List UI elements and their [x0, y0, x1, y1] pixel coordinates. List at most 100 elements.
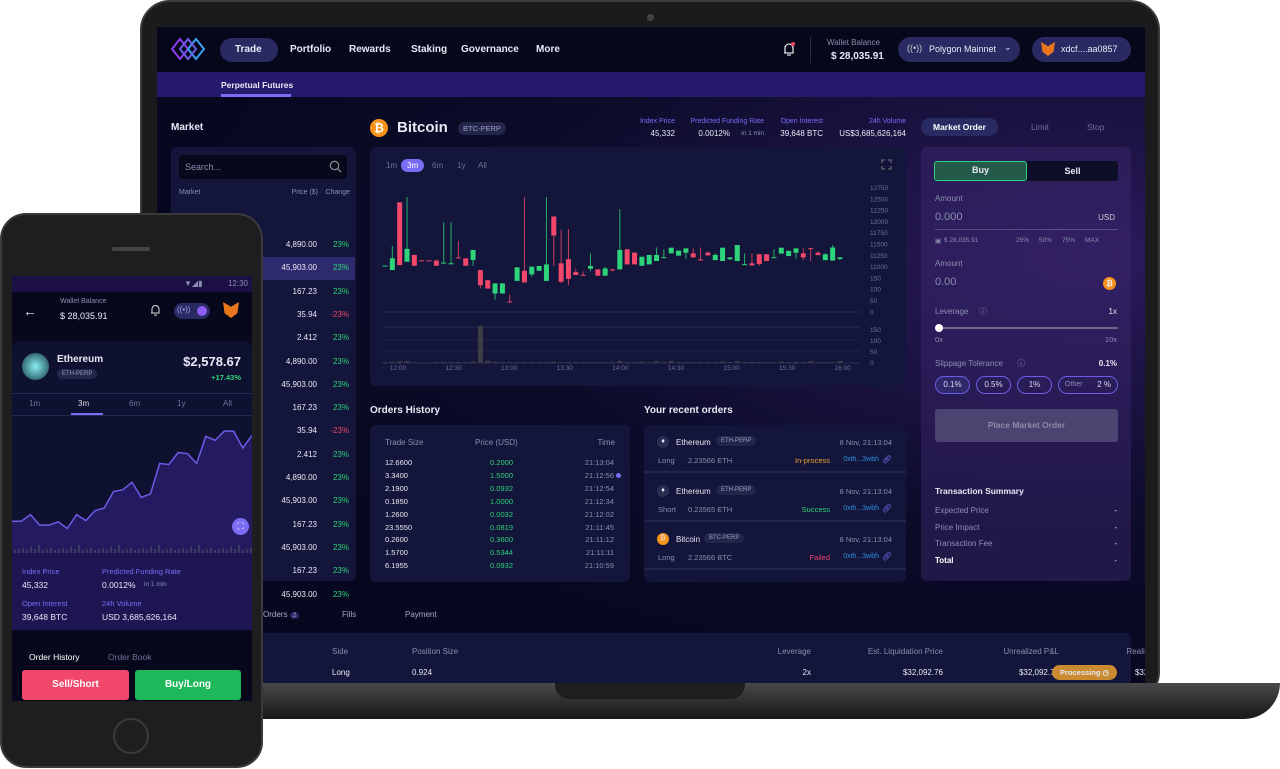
x-tick-label: 12:00: [390, 365, 407, 372]
quick-amount-button[interactable]: 25%: [1016, 237, 1029, 244]
market-title: Market: [171, 122, 204, 133]
tx-link[interactable]: 0xth...3wbh: [843, 456, 879, 463]
col-header: Side: [332, 647, 349, 656]
nav-rewards[interactable]: Rewards: [349, 44, 391, 55]
place-order-button[interactable]: Place Market Order: [935, 409, 1118, 442]
nav-portfolio[interactable]: Portfolio: [290, 44, 331, 55]
slippage-other-input[interactable]: Other 2 %: [1058, 376, 1118, 394]
period-All[interactable]: All: [223, 399, 232, 408]
order-form: Buy Sell Amount 0.000 USD ▣ $ 28,035.91 …: [921, 147, 1131, 581]
recent-order-item[interactable]: ₿ Bitcoin BTC-PERP 8 Nov, 21:13:04 Long …: [644, 522, 906, 570]
info-icon[interactable]: ⓘ: [979, 306, 987, 317]
fullscreen-icon[interactable]: ⛶: [232, 518, 249, 535]
recent-order-item[interactable]: ♦ Ethereum ETH-PERP 8 Nov, 21:13:04 Long…: [644, 425, 906, 473]
tx-link[interactable]: 0xth...3wbh: [843, 553, 879, 560]
order-time: 8 Nov, 21:13:04: [839, 535, 892, 544]
y-tick-label: 100: [870, 287, 881, 294]
col-market: Market: [179, 189, 201, 196]
bottom-tab[interactable]: Fills: [342, 610, 356, 619]
phone-tab[interactable]: Order History: [29, 652, 80, 662]
network-name: Polygon Mainnet: [929, 44, 997, 54]
candle-up: [668, 247, 674, 254]
leverage-slider[interactable]: [937, 327, 1118, 329]
orders-history-panel: Trade Size Price (USD) Time 12.6600 0.20…: [370, 425, 630, 582]
scroll-indicator[interactable]: [616, 473, 621, 478]
row-price: 167.23: [292, 566, 317, 576]
link-icon[interactable]: 🔗︎: [882, 455, 892, 464]
volume-bar: [734, 361, 740, 363]
recent-orders-title: Your recent orders: [644, 405, 733, 416]
bottom-tab[interactable]: Payment: [405, 610, 437, 619]
cell: $32,092.76: [1134, 668, 1145, 677]
row-change: 23%: [332, 566, 349, 576]
tx-link[interactable]: 0xth...3wbh: [843, 505, 879, 512]
search-icon[interactable]: [329, 160, 342, 173]
camera: [647, 14, 654, 21]
phone-tab[interactable]: Order Book: [108, 652, 151, 662]
period-1y[interactable]: 1y: [177, 399, 185, 408]
quick-amount-button[interactable]: 75%: [1062, 237, 1075, 244]
sell-button[interactable]: Sell: [1027, 161, 1118, 181]
network-pill[interactable]: ((•)): [174, 303, 210, 319]
period-3m[interactable]: 3m: [78, 399, 89, 408]
period-6m[interactable]: 6m: [129, 399, 140, 408]
bell-icon[interactable]: [782, 41, 796, 58]
order-tab-limit[interactable]: Limit: [1019, 118, 1061, 136]
candle-down: [624, 249, 630, 265]
order-tab-market-order[interactable]: Market Order: [921, 118, 998, 136]
info-icon[interactable]: ⓘ: [1017, 358, 1025, 369]
polygon-icon: [197, 306, 207, 316]
candle-down: [573, 272, 579, 276]
tab-label: Payment: [405, 610, 437, 619]
nav-more[interactable]: More: [536, 44, 560, 55]
link-icon[interactable]: 🔗︎: [882, 552, 892, 561]
signal-icon: ((•)): [177, 305, 191, 314]
sell-short-button[interactable]: Sell/Short: [22, 670, 129, 700]
tab-perpetual-futures[interactable]: Perpetual Futures: [221, 80, 293, 90]
metamask-fox-icon[interactable]: [223, 302, 239, 318]
quick-amount-button[interactable]: 50%: [1039, 237, 1052, 244]
network-selector[interactable]: ((•)) Polygon Mainnet ⌄: [898, 37, 1020, 62]
candle-down: [705, 252, 711, 256]
volume-bar: [749, 361, 755, 363]
link-icon[interactable]: 🔗︎: [882, 504, 892, 513]
account-button[interactable]: xdcf....aa0857: [1032, 37, 1131, 62]
candle-down: [595, 269, 601, 276]
amount-btc-input[interactable]: 0.00: [935, 276, 956, 288]
candle-up: [654, 254, 660, 262]
price-change: +17.43%: [211, 373, 241, 382]
wallet-address: xdcf....aa0857: [1061, 44, 1118, 54]
slippage-option[interactable]: 1%: [1017, 376, 1052, 394]
quick-amount-button[interactable]: MAX: [1085, 237, 1099, 244]
buy-button[interactable]: Buy: [934, 161, 1027, 181]
status-text: Processing: [1060, 668, 1101, 677]
order-pair: BTC-PERP: [704, 533, 745, 543]
status-badge[interactable]: Processing ◷: [1052, 665, 1118, 680]
search-input[interactable]: Search...: [179, 155, 347, 179]
bitcoin-icon: ₿: [1103, 277, 1116, 290]
volume-bar: [793, 361, 799, 363]
trade-size: 0.2600: [385, 535, 408, 545]
trade-size: 6.1955: [385, 561, 408, 571]
slider-handle[interactable]: [935, 324, 943, 332]
volume-bar: [712, 362, 718, 363]
nav-governance[interactable]: Governance: [461, 44, 519, 55]
bottom-tab[interactable]: Orders 2: [263, 610, 300, 619]
back-arrow-icon[interactable]: ←: [23, 303, 37, 319]
slippage-option[interactable]: 0.1%: [935, 376, 970, 394]
ethereum-icon: [22, 353, 49, 380]
nav-staking[interactable]: Staking: [411, 44, 447, 55]
bell-icon[interactable]: [150, 304, 161, 317]
col-price: Price (USD): [475, 438, 518, 447]
buy-long-button[interactable]: Buy/Long: [135, 670, 241, 700]
amount-usd-input[interactable]: 0.000: [935, 211, 963, 223]
order-tab-stop[interactable]: Stop: [1075, 118, 1117, 136]
home-button[interactable]: [113, 718, 149, 754]
nav-trade[interactable]: Trade: [220, 38, 278, 62]
slippage-option[interactable]: 0.5%: [976, 376, 1011, 394]
trade-price: 1.5000: [490, 470, 513, 480]
other-label: Other: [1065, 381, 1083, 388]
period-1m[interactable]: 1m: [29, 399, 40, 408]
recent-order-item[interactable]: ♦ Ethereum ETH-PERP 8 Nov, 21:13:04 Shor…: [644, 474, 906, 522]
candle-down: [610, 269, 615, 271]
